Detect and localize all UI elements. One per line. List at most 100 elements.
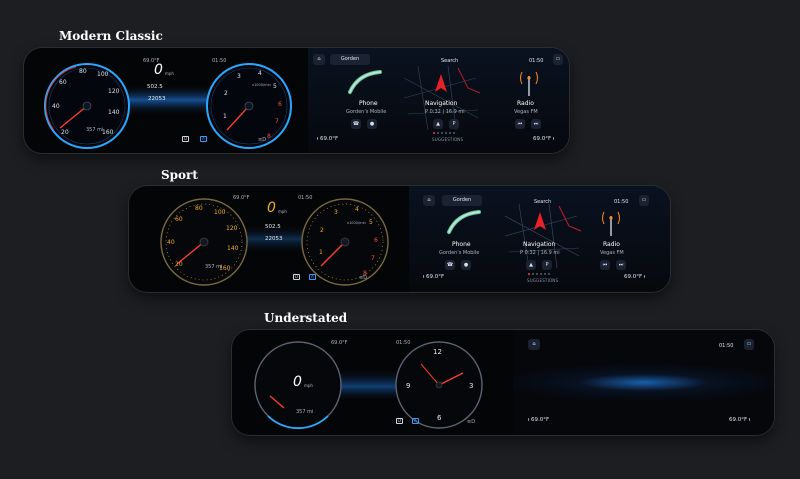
auto-mode-icon: A bbox=[412, 418, 419, 424]
trip-distance: 502.5 bbox=[265, 224, 281, 230]
instrument-cluster: 20 40 60 80 100 120 140 160 1 2 3 4 5 6 … bbox=[24, 48, 294, 153]
speed-tick: 20 bbox=[175, 261, 183, 268]
speed-tick: 40 bbox=[52, 103, 60, 110]
rpm-tick: 8 bbox=[267, 133, 271, 140]
digital-speed: 0 bbox=[154, 62, 163, 78]
speed-tick: 140 bbox=[108, 109, 120, 116]
profile-name: Gorden bbox=[340, 56, 360, 62]
speed-tick: 80 bbox=[195, 205, 203, 212]
parking-button[interactable]: P bbox=[449, 119, 459, 129]
nav-guidance-button[interactable]: ▲ bbox=[433, 119, 443, 129]
mbux-screen: ⌂ Gorden Search 01:50 ▭ Phone Gorden's M… bbox=[409, 186, 670, 292]
odometer: 22053 bbox=[148, 96, 166, 102]
navigation-tile-title[interactable]: Navigation bbox=[523, 241, 555, 248]
phone-tile-title[interactable]: Phone bbox=[359, 100, 378, 107]
speed-tick: 20 bbox=[61, 129, 69, 136]
rpm-unit: x1000/min bbox=[252, 83, 271, 87]
speed-tick: 100 bbox=[97, 71, 109, 78]
navigation-arrow-icon bbox=[435, 74, 447, 92]
range-readout: 357 mi bbox=[205, 264, 223, 270]
message-icon[interactable]: ▭ bbox=[744, 339, 754, 350]
climate-left-temp[interactable]: ᵼ 69.0°F bbox=[423, 274, 444, 280]
rpm-tick: 1 bbox=[223, 113, 227, 120]
speed-unit: mph bbox=[304, 383, 313, 388]
digital-speed: 0 bbox=[293, 374, 302, 390]
radio-prev-button[interactable]: ⏮ bbox=[600, 260, 610, 270]
navigation-arrow-icon bbox=[534, 212, 546, 230]
radio-prev-button[interactable]: ⏮ bbox=[515, 119, 525, 129]
status-time: 01:50 bbox=[529, 58, 544, 64]
rpm-tick: 2 bbox=[224, 90, 228, 97]
message-icon[interactable]: ▭ bbox=[553, 54, 563, 65]
phone-tile-title[interactable]: Phone bbox=[452, 241, 471, 248]
climate-left-temp[interactable]: ᵼ 69.0°F bbox=[528, 417, 549, 423]
cluster-graphics: 12 3 6 9 bbox=[254, 341, 483, 430]
digital-speed: 0 bbox=[267, 200, 276, 216]
clock-time: 01:50 bbox=[212, 58, 227, 64]
climate-right-temp[interactable]: 69.0°F ᵼ bbox=[533, 136, 554, 142]
status-time: 01:50 bbox=[719, 343, 734, 349]
profile-button[interactable]: Gorden bbox=[330, 54, 370, 65]
call-button[interactable]: ☎ bbox=[445, 260, 455, 270]
radio-next-button[interactable]: ⏭ bbox=[531, 119, 541, 129]
clock-time: 01:50 bbox=[298, 195, 313, 201]
radio-tile-title[interactable]: Radio bbox=[517, 100, 534, 107]
page-indicator bbox=[528, 273, 550, 275]
rpm-tick: 2 bbox=[320, 227, 324, 234]
speed-tick: 160 bbox=[102, 129, 114, 136]
profile-name: Gorden bbox=[452, 197, 472, 203]
rpm-tick: 4 bbox=[355, 206, 359, 213]
home-button[interactable]: ⌂ bbox=[423, 195, 435, 206]
clock-tick: 9 bbox=[406, 382, 410, 390]
section-title-modern-classic: Modern Classic bbox=[59, 29, 163, 43]
mbux-screen: ⌂ 01:50 ▭ ᵼ 69.0°F 69.0°F ᵼ bbox=[513, 330, 774, 435]
suggestions-label[interactable]: SUGGESTIONS bbox=[432, 137, 463, 142]
clock-tick: 12 bbox=[433, 348, 442, 356]
headlight-icon: ≡D bbox=[467, 419, 476, 425]
clock-tick: 3 bbox=[469, 382, 473, 390]
radio-tile-title[interactable]: Radio bbox=[603, 241, 620, 248]
headlight-icon: ≡D bbox=[258, 137, 267, 143]
speed-tick: 60 bbox=[59, 79, 67, 86]
home-button[interactable]: ⌂ bbox=[528, 339, 540, 350]
gear-indicator-icon: D bbox=[182, 136, 189, 142]
headlight-icon: ≡D bbox=[359, 275, 368, 281]
radio-next-button[interactable]: ⏭ bbox=[616, 260, 626, 270]
range-readout: 357 mi bbox=[86, 127, 104, 133]
profile-button[interactable]: Gorden bbox=[442, 195, 482, 206]
instrument-cluster: 12 3 6 9 69.0°F 01:50 0 mph 357 mi D A ≡… bbox=[232, 330, 502, 435]
odometer: 22053 bbox=[265, 236, 283, 242]
gear-indicator-icon: D bbox=[396, 418, 403, 424]
gear-indicator-icon: D bbox=[293, 274, 300, 280]
contacts-button[interactable]: ● bbox=[367, 119, 377, 129]
climate-right-temp[interactable]: 69.0°F ᵼ bbox=[624, 274, 645, 280]
rpm-unit: x1000/min bbox=[347, 221, 366, 225]
clock-time: 01:50 bbox=[396, 340, 411, 346]
home-button[interactable]: ⌂ bbox=[313, 54, 325, 65]
dashboard-understated: 12 3 6 9 69.0°F 01:50 0 mph 357 mi D A ≡… bbox=[232, 330, 774, 435]
speed-tick: 40 bbox=[167, 239, 175, 246]
call-button[interactable]: ☎ bbox=[351, 119, 361, 129]
suggestions-label[interactable]: SUGGESTIONS bbox=[527, 278, 558, 283]
page-indicator bbox=[433, 132, 455, 134]
search-button[interactable]: Search bbox=[441, 58, 458, 64]
status-time: 01:50 bbox=[614, 199, 629, 205]
rpm-tick: 1 bbox=[319, 249, 323, 256]
mbux-screen: ⌂ Gorden Search 01:50 ▭ Phone Gorden's M… bbox=[308, 48, 569, 153]
search-button[interactable]: Search bbox=[534, 199, 551, 205]
nav-guidance-button[interactable]: ▲ bbox=[526, 260, 536, 270]
navigation-tile-title[interactable]: Navigation bbox=[425, 100, 457, 107]
dashboard-sport: 20 40 60 80 100 120 140 160 1 2 3 4 5 6 … bbox=[129, 186, 670, 292]
speed-unit: mph bbox=[278, 209, 287, 214]
climate-left-temp[interactable]: ᵼ 69.0°F bbox=[317, 136, 338, 142]
contacts-button[interactable]: ● bbox=[461, 260, 471, 270]
parking-button[interactable]: P bbox=[542, 260, 552, 270]
rpm-tick: 3 bbox=[237, 73, 241, 80]
speed-tick: 140 bbox=[227, 245, 239, 252]
message-icon[interactable]: ▭ bbox=[639, 195, 649, 206]
climate-right-temp[interactable]: 69.0°F ᵼ bbox=[729, 417, 750, 423]
speed-tick: 120 bbox=[108, 88, 120, 95]
section-title-sport: Sport bbox=[161, 168, 198, 182]
phone-tile-sub: Gorden's Mobile bbox=[439, 250, 480, 256]
trip-distance: 502.5 bbox=[147, 84, 163, 90]
